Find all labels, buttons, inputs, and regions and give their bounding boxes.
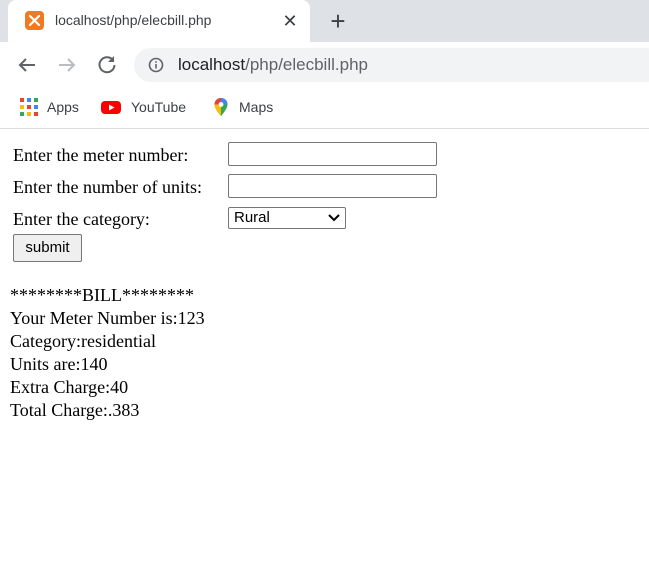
tab-strip: localhost/php/elecbill.php ✕ + <box>0 0 649 42</box>
url-host: localhost <box>178 55 246 74</box>
category-selected-value: Rural <box>234 209 270 226</box>
maps-pin-icon <box>214 98 228 116</box>
category-select[interactable]: Rural <box>228 207 346 229</box>
page-content: Enter the meter number: Enter the number… <box>0 129 649 586</box>
reload-icon <box>98 56 116 74</box>
close-tab-icon[interactable]: ✕ <box>280 11 300 31</box>
reload-button[interactable] <box>95 53 119 77</box>
url-path: /php/elecbill.php <box>245 55 368 74</box>
chevron-down-icon <box>328 214 340 222</box>
bill-extra-charge: Extra Charge:40 <box>10 377 129 397</box>
units-label: Enter the number of units: <box>13 177 202 197</box>
browser-tab[interactable]: localhost/php/elecbill.php ✕ <box>8 0 310 42</box>
meter-label: Enter the meter number: <box>13 145 189 165</box>
forward-arrow-icon <box>59 58 76 72</box>
bill-total-charge: Total Charge:.383 <box>10 400 140 420</box>
site-info-icon[interactable] <box>148 57 164 73</box>
bill-header: ********BILL******** <box>10 285 194 305</box>
units-input[interactable] <box>228 174 437 198</box>
bill-meter-number: Your Meter Number is:123 <box>10 308 205 328</box>
new-tab-button[interactable]: + <box>325 8 351 35</box>
apps-grid-icon <box>20 98 38 116</box>
address-bar[interactable]: localhost/php/elecbill.php <box>134 48 649 82</box>
bookmark-label: YouTube <box>131 99 187 115</box>
bookmark-label: Maps <box>239 99 274 115</box>
back-arrow-icon <box>18 58 35 72</box>
bookmarks-bar: Apps YouTube Maps <box>0 88 649 129</box>
meter-input[interactable] <box>228 142 437 166</box>
tab-title: localhost/php/elecbill.php <box>55 12 212 28</box>
submit-button[interactable]: submit <box>13 234 82 262</box>
bill-category: Category:residential <box>10 331 156 351</box>
back-button[interactable] <box>15 53 39 77</box>
category-label: Enter the category: <box>13 209 150 229</box>
forward-button[interactable] <box>55 53 79 77</box>
browser-toolbar: localhost/php/elecbill.php <box>0 42 649 88</box>
bill-units: Units are:140 <box>10 354 108 374</box>
bookmark-label: Apps <box>47 99 79 115</box>
url-text: localhost/php/elecbill.php <box>178 55 368 75</box>
youtube-icon <box>101 101 121 114</box>
xampp-favicon-icon <box>25 11 44 30</box>
